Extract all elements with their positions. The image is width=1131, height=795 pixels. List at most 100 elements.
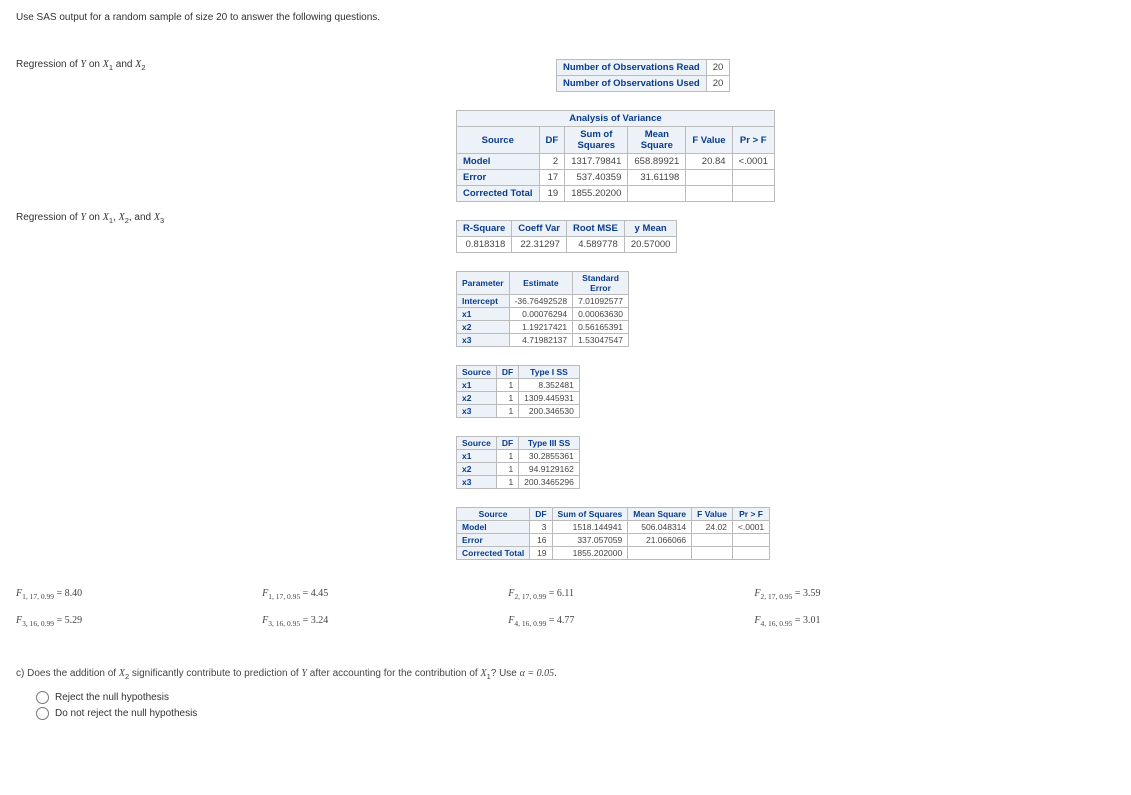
- h: Type I SS: [519, 366, 580, 379]
- param-table: ParameterEstimateStandardError Intercept…: [456, 271, 629, 347]
- txt: .: [554, 668, 557, 679]
- option-do-not-reject[interactable]: Do not reject the null hypothesis: [36, 707, 1116, 720]
- c: [628, 547, 692, 560]
- c: 7.01092577: [573, 295, 629, 308]
- h: Type III SS: [519, 437, 580, 450]
- alpha: α = 0.05: [520, 668, 555, 679]
- r: Model: [457, 154, 540, 170]
- c: [628, 186, 686, 202]
- sub: 1, 17, 0.95: [268, 592, 300, 601]
- option-reject-label: Reject the null hypothesis: [55, 692, 169, 703]
- v: = 3.59: [795, 588, 821, 599]
- c: 1518.144941: [552, 521, 628, 534]
- c: 94.9129162: [519, 463, 580, 476]
- h: Mean Square: [628, 508, 692, 521]
- r: Model: [457, 521, 530, 534]
- txt: on: [86, 212, 103, 223]
- fval: F1, 17, 0.99 = 8.40: [16, 588, 82, 601]
- sub: 3: [160, 216, 164, 225]
- anova2-table: SourceDFSum of SquaresMean SquareF Value…: [456, 507, 770, 560]
- fval: F2, 17, 0.99 = 6.11: [508, 588, 574, 601]
- txt: ? Use: [491, 668, 520, 679]
- h: R-Square: [457, 221, 512, 237]
- obs-read-val: 20: [706, 60, 730, 76]
- sub: 4, 16, 0.99: [514, 619, 546, 628]
- r: x1: [457, 450, 497, 463]
- f-values-grid: F1, 17, 0.99 = 8.40 F3, 16, 0.99 = 5.29 …: [16, 588, 1116, 642]
- c: [732, 547, 769, 560]
- fval: F3, 16, 0.99 = 5.29: [16, 615, 82, 628]
- c: 1: [496, 392, 518, 405]
- h: F Value: [686, 127, 732, 154]
- c: 1317.79841: [565, 154, 628, 170]
- type3-table: SourceDFType III SS x1130.2855361 x2194.…: [456, 436, 580, 489]
- h: F Value: [692, 508, 733, 521]
- sub: 2, 17, 0.95: [760, 592, 792, 601]
- r: Error: [457, 534, 530, 547]
- h: Parameter: [457, 272, 510, 295]
- anova1-table: Analysis of Variance Source DF Sum ofSqu…: [456, 110, 775, 202]
- c: 3: [530, 521, 552, 534]
- c: 658.89921: [628, 154, 686, 170]
- c: 24.02: [692, 521, 733, 534]
- r: x2: [457, 463, 497, 476]
- h: Sum of Squares: [552, 508, 628, 521]
- h: Pr > F: [732, 508, 769, 521]
- c: 20.84: [686, 154, 732, 170]
- c: [732, 186, 774, 202]
- sub: 1, 17, 0.99: [22, 592, 54, 601]
- r: Corrected Total: [457, 547, 530, 560]
- c: 1.53047547: [573, 334, 629, 347]
- h: Source: [457, 508, 530, 521]
- sub: 1: [109, 216, 113, 225]
- c: -36.76492528: [509, 295, 572, 308]
- obs-read-label: Number of Observations Read: [557, 60, 707, 76]
- r: x1: [457, 308, 510, 321]
- regression-1-label: Regression of Y on X1 and X2: [16, 59, 416, 72]
- v: = 4.77: [549, 615, 575, 626]
- sub: 2: [141, 63, 145, 72]
- obs-table: Number of Observations Read20 Number of …: [556, 59, 730, 92]
- fval: F2, 17, 0.95 = 3.59: [754, 588, 820, 601]
- c: [686, 170, 732, 186]
- regression-2-label: Regression of Y on X1, X2, and and X3: [16, 212, 416, 225]
- h: Coeff Var: [512, 221, 567, 237]
- c: 19: [530, 547, 552, 560]
- question-c-text: c) Does the addition of X2 significantly…: [16, 668, 1116, 681]
- v: = 4.45: [303, 588, 329, 599]
- c: 537.40359: [565, 170, 628, 186]
- c: 30.2855361: [519, 450, 580, 463]
- r: Error: [457, 170, 540, 186]
- h: y Mean: [624, 221, 677, 237]
- c: 1.19217421: [509, 321, 572, 334]
- type1-table: SourceDFType I SS x118.352481 x211309.44…: [456, 365, 580, 418]
- h: StandardError: [573, 272, 629, 295]
- txt: c) Does the addition of: [16, 668, 119, 679]
- v: = 8.40: [56, 588, 82, 599]
- c: 0.00063630: [573, 308, 629, 321]
- txt: Regression of: [16, 59, 80, 70]
- h: Root MSE: [566, 221, 624, 237]
- r: x3: [457, 334, 510, 347]
- v: = 3.01: [795, 615, 821, 626]
- c: 1: [496, 463, 518, 476]
- c: 22.31297: [512, 237, 567, 253]
- c: 4.589778: [566, 237, 624, 253]
- fval: F4, 16, 0.95 = 3.01: [754, 615, 820, 628]
- fval: F1, 17, 0.95 = 4.45: [262, 588, 328, 601]
- radio-do-not-reject[interactable]: [36, 707, 49, 720]
- sub: 3, 16, 0.95: [268, 619, 300, 628]
- c: 1855.202000: [552, 547, 628, 560]
- h: Source: [457, 366, 497, 379]
- radio-reject[interactable]: [36, 691, 49, 704]
- c: 1855.20200: [565, 186, 628, 202]
- c: 337.057059: [552, 534, 628, 547]
- r: x3: [457, 405, 497, 418]
- option-reject[interactable]: Reject the null hypothesis: [36, 691, 1116, 704]
- txt: on: [86, 59, 103, 70]
- c: 0.00076294: [509, 308, 572, 321]
- c: 4.71982137: [509, 334, 572, 347]
- sub: 4, 16, 0.95: [760, 619, 792, 628]
- h: Source: [457, 437, 497, 450]
- anova1-title: Analysis of Variance: [457, 111, 775, 127]
